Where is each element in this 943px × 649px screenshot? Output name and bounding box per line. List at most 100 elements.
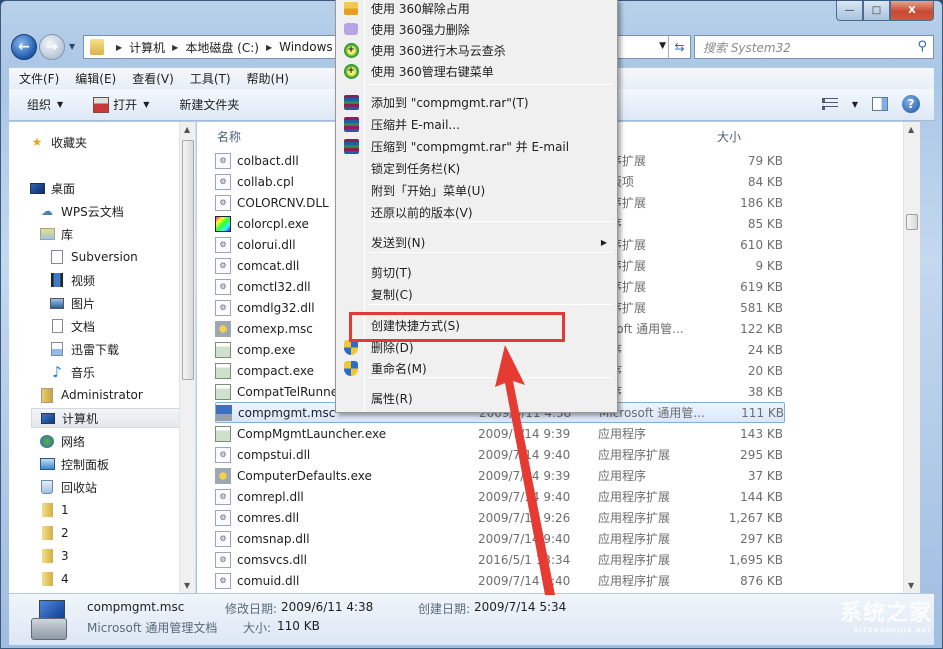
- file-list-scrollbar[interactable]: ▲ ▼: [903, 122, 920, 593]
- sidebar-item-library[interactable]: 库: [39, 224, 73, 244]
- sidebar-item-desktop[interactable]: 桌面: [29, 178, 75, 198]
- menu-file[interactable]: 文件(F): [19, 70, 59, 87]
- file-row[interactable]: ⚙ comsvcs.dll 2016/5/1 13:34 应用程序扩展 1,695 KB: [215, 549, 785, 570]
- sidebar-item-pictures[interactable]: 图片: [49, 293, 95, 313]
- organize-button[interactable]: 组织 ▼: [27, 96, 63, 113]
- file-row[interactable]: ComputerDefaults.exe 2009/7/14 9:39 应用程序 37…: [215, 465, 785, 486]
- file-size: 9 KB: [755, 258, 783, 273]
- scrollbar-thumb[interactable]: [182, 140, 194, 380]
- sidebar-item-folder-3[interactable]: 3: [39, 546, 69, 566]
- context-menu-label: 复制(C): [371, 287, 413, 302]
- file-size: 143 KB: [740, 426, 783, 441]
- sidebar-item-recycle-bin[interactable]: 回收站: [39, 477, 97, 497]
- column-header-name[interactable]: 名称: [217, 128, 241, 145]
- file-row[interactable]: ⚙ comuid.dll 2009/7/14 9:40 应用程序扩展 876 KB: [215, 570, 785, 591]
- breadcrumb-separator-icon[interactable]: ▶: [172, 43, 178, 52]
- file-name: comres.dll: [237, 510, 300, 525]
- context-menu-item[interactable]: 还原以前的版本(V): [338, 201, 615, 223]
- scroll-down-icon[interactable]: ▼: [908, 581, 914, 590]
- back-button[interactable]: ←: [11, 34, 37, 60]
- sidebar-item-music[interactable]: ♪ 音乐: [49, 362, 95, 382]
- context-menu-item[interactable]: 锁定到任务栏(K): [338, 157, 615, 179]
- sidebar-item-videos[interactable]: 视频: [49, 270, 95, 290]
- minimize-button[interactable]: —: [836, 1, 863, 21]
- preview-pane-icon[interactable]: [872, 97, 888, 111]
- sidebar-item-administrator[interactable]: Administrator: [39, 385, 143, 405]
- navigation-scrollbar[interactable]: ▲ ▼: [179, 122, 195, 593]
- sidebar-item-thunder-downloads[interactable]: 迅雷下载: [49, 339, 119, 359]
- watermark: 系统之家 XITONGZHIJIA.NET: [840, 595, 932, 634]
- open-button[interactable]: 打开 ▼: [93, 96, 149, 113]
- breadcrumb-windows[interactable]: Windows: [279, 40, 333, 54]
- breadcrumb-separator-icon[interactable]: ▶: [116, 43, 122, 52]
- file-row[interactable]: ⚙ comrepl.dll 2009/7/14 9:40 应用程序扩展 144 KB: [215, 486, 785, 507]
- scrollbar-thumb[interactable]: [906, 214, 918, 230]
- scroll-up-icon[interactable]: ▲: [908, 125, 914, 134]
- music-icon: ♪: [52, 363, 62, 381]
- file-size: 79 KB: [747, 153, 783, 168]
- context-menu-item[interactable]: 附到「开始」菜单(U): [338, 179, 615, 201]
- refresh-icon[interactable]: ⇆: [668, 36, 690, 58]
- search-input[interactable]: 搜索 System32 ⚲: [694, 35, 934, 59]
- scroll-down-icon[interactable]: ▼: [184, 581, 190, 590]
- file-name: comdlg32.dll: [237, 300, 315, 315]
- context-menu-item[interactable]: 属性(R): [338, 387, 615, 409]
- context-menu-item[interactable]: 使用 360解除占用: [338, 0, 615, 19]
- context-menu-item[interactable]: + 使用 360进行木马云查杀: [338, 39, 615, 61]
- breadcrumb-local-disk[interactable]: 本地磁盘 (C:): [185, 39, 259, 56]
- file-row[interactable]: ⚙ compstui.dll 2009/7/14 9:40 应用程序扩展 295 KB: [215, 444, 785, 465]
- context-menu-item[interactable]: 剪切(T): [338, 261, 615, 283]
- file-row[interactable]: ⚙ comsnap.dll 2009/7/14 9:40 应用程序扩展 297 KB: [215, 528, 785, 549]
- address-dropdown-icon[interactable]: ▼: [659, 41, 666, 51]
- context-menu-item[interactable]: 压缩到 "compmgmt.rar" 并 E-mail: [338, 135, 615, 157]
- scroll-up-icon[interactable]: ▲: [184, 125, 190, 134]
- navigation-pane: ★ 收藏夹 桌面 ☁ WPS云文档 库 Subversion 视频 图片 文档 迅雷…: [9, 122, 196, 593]
- menu-edit[interactable]: 编辑(E): [75, 70, 116, 87]
- sidebar-item-favorites[interactable]: ★ 收藏夹: [29, 132, 87, 152]
- close-button[interactable]: X: [890, 1, 934, 21]
- sidebar-item-wps-cloud[interactable]: ☁ WPS云文档: [39, 201, 124, 221]
- sidebar-item-label: 库: [61, 227, 74, 242]
- sidebar-item-folder-1[interactable]: 1: [39, 500, 69, 520]
- context-menu-item[interactable]: 重命名(M): [338, 357, 615, 379]
- context-menu-item[interactable]: 压缩并 E-mail...: [338, 113, 615, 135]
- sidebar-item-label: 图片: [71, 296, 96, 311]
- context-menu-item[interactable]: 添加到 "compmgmt.rar"(T): [338, 91, 615, 113]
- menu-tools[interactable]: 工具(T): [190, 70, 231, 87]
- context-menu-item[interactable]: 发送到(N) ▶: [338, 231, 615, 253]
- file-size: 1,695 KB: [728, 552, 783, 567]
- executable-file-icon: [215, 362, 231, 379]
- help-icon[interactable]: ?: [902, 95, 920, 113]
- sidebar-item-folder-4[interactable]: 4: [39, 569, 69, 589]
- sidebar-item-label: 音乐: [71, 365, 96, 380]
- file-name: comcat.dll: [237, 258, 300, 273]
- chevron-down-icon: ▼: [143, 100, 150, 109]
- context-menu-item[interactable]: + 使用 360管理右键菜单: [338, 60, 615, 82]
- sidebar-item-computer[interactable]: 计算机: [31, 408, 183, 428]
- file-date: 2009/7/14 9:40: [478, 489, 571, 504]
- file-row[interactable]: CompMgmtLauncher.exe 2009/7/14 9:39 应用程序 14…: [215, 423, 785, 444]
- sidebar-item-documents[interactable]: 文档: [49, 316, 95, 336]
- sidebar-item-network[interactable]: 网络: [39, 431, 85, 451]
- folder-icon: [39, 549, 55, 563]
- context-menu-item[interactable]: 复制(C): [338, 283, 615, 305]
- change-view-icon[interactable]: [821, 98, 838, 110]
- shield-icon: [343, 360, 359, 376]
- menu-help[interactable]: 帮助(H): [247, 70, 289, 87]
- chevron-down-icon[interactable]: ▼: [852, 100, 858, 109]
- search-icon[interactable]: ⚲: [917, 39, 927, 54]
- forward-button[interactable]: →: [39, 34, 65, 60]
- sidebar-item-subversion[interactable]: Subversion: [49, 247, 138, 267]
- file-size: 24 KB: [747, 342, 783, 357]
- breadcrumb-separator-icon[interactable]: ▶: [266, 43, 272, 52]
- sidebar-item-folder-2[interactable]: 2: [39, 523, 69, 543]
- context-menu-item[interactable]: 使用 360强力删除: [338, 18, 615, 40]
- recent-pages-dropdown[interactable]: ▼: [69, 42, 75, 51]
- file-row[interactable]: ⚙ comres.dll 2009/7/14 9:26 应用程序扩展 1,267 KB: [215, 507, 785, 528]
- new-folder-button[interactable]: 新建文件夹: [179, 96, 239, 113]
- column-header-size[interactable]: 大小: [717, 128, 741, 145]
- sidebar-item-control-panel[interactable]: 控制面板: [39, 454, 109, 474]
- maximize-button[interactable]: □: [863, 1, 890, 21]
- breadcrumb-computer[interactable]: 计算机: [129, 39, 165, 56]
- menu-view[interactable]: 查看(V): [132, 70, 174, 87]
